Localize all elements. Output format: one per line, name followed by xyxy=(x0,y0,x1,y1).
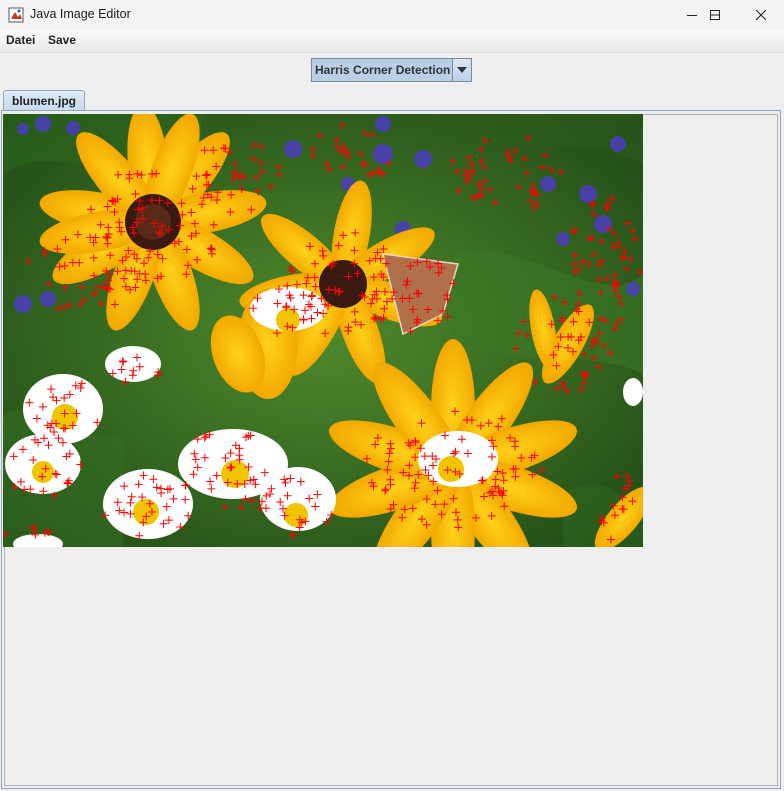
window-title: Java Image Editor xyxy=(30,7,131,21)
menu-datei[interactable]: Datei xyxy=(6,33,35,47)
filter-combobox[interactable]: Harris Corner Detection xyxy=(311,58,472,82)
title-bar: Java Image Editor xyxy=(0,0,784,30)
java-app-icon xyxy=(8,7,24,23)
close-button[interactable] xyxy=(738,0,784,30)
image-canvas[interactable] xyxy=(3,114,643,547)
combo-dropdown-button[interactable] xyxy=(452,59,471,81)
tab-label: blumen.jpg xyxy=(12,94,76,108)
menu-bar: Datei Save xyxy=(0,30,784,53)
chevron-down-icon xyxy=(457,67,467,73)
flower-image xyxy=(3,114,643,547)
maximize-icon xyxy=(710,10,720,20)
maximize-button[interactable] xyxy=(692,0,738,30)
combo-selected-value: Harris Corner Detection xyxy=(315,63,451,77)
tab-blumen[interactable]: blumen.jpg xyxy=(3,90,85,111)
close-icon xyxy=(755,9,767,21)
menu-save[interactable]: Save xyxy=(48,33,76,47)
